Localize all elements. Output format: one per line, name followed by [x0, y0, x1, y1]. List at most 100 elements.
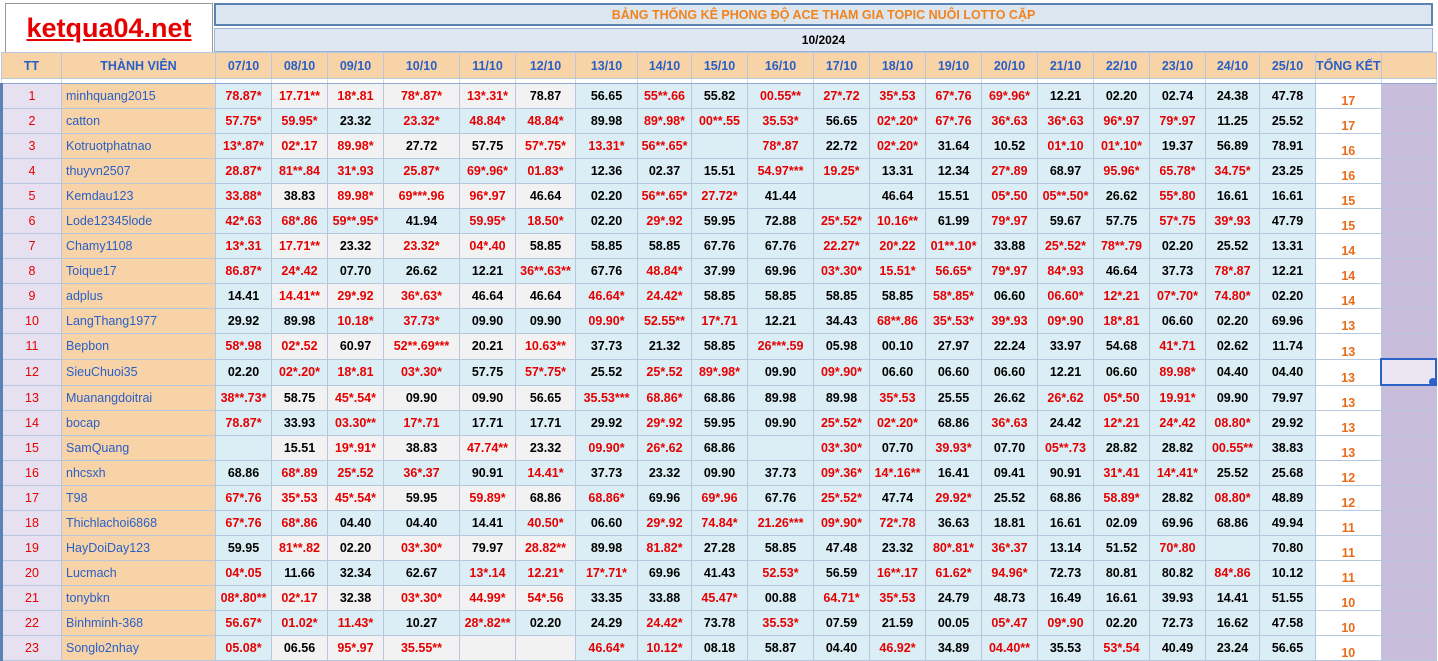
- score-cell[interactable]: 16.61: [1259, 183, 1316, 209]
- score-cell[interactable]: 23.32: [515, 435, 576, 461]
- extra-cell[interactable]: [1380, 560, 1437, 586]
- score-cell[interactable]: 17*.71*: [575, 560, 638, 586]
- score-cell[interactable]: 03.30**: [327, 410, 384, 436]
- score-cell[interactable]: 28.82**: [515, 535, 576, 561]
- extra-cell[interactable]: [1380, 283, 1437, 309]
- member-name[interactable]: SamQuang: [61, 435, 216, 461]
- score-cell[interactable]: 78.87*: [215, 83, 272, 109]
- score-cell[interactable]: 13*.87*: [215, 133, 272, 159]
- total-cell[interactable]: 17: [1315, 83, 1382, 109]
- score-cell[interactable]: 48.84*: [459, 108, 516, 134]
- member-name[interactable]: Kemdau123: [61, 183, 216, 209]
- score-cell[interactable]: 96*.97: [459, 183, 516, 209]
- score-cell[interactable]: 24.42*: [637, 283, 692, 309]
- score-cell[interactable]: 17.71: [459, 410, 516, 436]
- score-cell[interactable]: 26*.62: [637, 435, 692, 461]
- score-cell[interactable]: 21.32: [637, 333, 692, 360]
- score-cell[interactable]: 02.20: [1149, 233, 1206, 259]
- score-cell[interactable]: 48.84*: [637, 258, 692, 284]
- member-name[interactable]: Kotruotphatnao: [61, 133, 216, 159]
- score-cell[interactable]: 05.98: [813, 333, 870, 360]
- score-cell[interactable]: 01*.10: [1037, 133, 1094, 159]
- score-cell[interactable]: 02.20: [575, 208, 638, 234]
- score-cell[interactable]: 34.75*: [1205, 158, 1260, 184]
- score-cell[interactable]: 38.83: [383, 435, 460, 461]
- extra-cell[interactable]: [1380, 485, 1437, 511]
- score-cell[interactable]: 09*.90: [1037, 308, 1094, 334]
- score-cell[interactable]: 84*.86: [1205, 560, 1260, 586]
- extra-cell[interactable]: [1380, 108, 1437, 134]
- score-cell[interactable]: 73.78: [691, 610, 748, 636]
- score-cell[interactable]: 46.64: [515, 183, 576, 209]
- score-cell[interactable]: 07.70: [327, 258, 384, 284]
- score-cell[interactable]: 36*.63: [981, 108, 1038, 134]
- score-cell[interactable]: 04.40: [383, 510, 460, 536]
- score-cell[interactable]: 37.73*: [383, 308, 460, 334]
- score-cell[interactable]: 14*.41*: [1149, 460, 1206, 486]
- score-cell[interactable]: 38.83: [271, 183, 328, 209]
- score-cell[interactable]: 01**.10*: [925, 233, 982, 259]
- score-cell[interactable]: 45*.54*: [327, 485, 384, 511]
- score-cell[interactable]: 58.85: [515, 233, 576, 259]
- score-cell[interactable]: 26.62: [1093, 183, 1150, 209]
- score-cell[interactable]: 25.52: [1259, 108, 1316, 134]
- score-cell[interactable]: 64.71*: [813, 585, 870, 611]
- score-cell[interactable]: 28.82: [1149, 485, 1206, 511]
- score-cell[interactable]: 04.40: [327, 510, 384, 536]
- row-number[interactable]: 13: [0, 384, 62, 411]
- score-cell[interactable]: 12.36: [575, 158, 638, 184]
- score-cell[interactable]: 39.93: [1149, 585, 1206, 611]
- score-cell[interactable]: 09*.36*: [813, 460, 870, 486]
- total-cell[interactable]: 15: [1315, 208, 1382, 234]
- score-cell[interactable]: 56.67*: [215, 610, 272, 636]
- score-cell[interactable]: 41.94: [383, 208, 460, 234]
- score-cell[interactable]: 81**.84: [271, 158, 328, 184]
- score-cell[interactable]: 56.65: [813, 108, 870, 134]
- score-cell[interactable]: 22.27*: [813, 233, 870, 259]
- score-cell[interactable]: 13*.31*: [459, 83, 516, 109]
- score-cell[interactable]: 27.97: [925, 333, 982, 360]
- score-cell[interactable]: 33.88*: [215, 183, 272, 209]
- score-cell[interactable]: 38**.73*: [215, 384, 272, 411]
- score-cell[interactable]: 10.27: [383, 610, 460, 636]
- row-number[interactable]: 12: [0, 358, 62, 386]
- score-cell[interactable]: 00.88: [747, 585, 814, 611]
- score-cell[interactable]: 48.84*: [515, 108, 576, 134]
- score-cell[interactable]: 06.60: [575, 510, 638, 536]
- score-cell[interactable]: 78.91: [1259, 133, 1316, 159]
- score-cell[interactable]: 02.37: [637, 158, 692, 184]
- score-cell[interactable]: 89.98*: [327, 133, 384, 159]
- site-logo[interactable]: ketqua04.net: [5, 3, 213, 53]
- score-cell[interactable]: 69.96: [637, 560, 692, 586]
- score-cell[interactable]: 12.21*: [515, 560, 576, 586]
- total-cell[interactable]: 11: [1315, 535, 1382, 561]
- score-cell[interactable]: 58.75: [271, 384, 328, 411]
- score-cell[interactable]: [1205, 535, 1260, 561]
- score-cell[interactable]: 09.90: [747, 410, 814, 436]
- score-cell[interactable]: 02*.17: [271, 133, 328, 159]
- score-cell[interactable]: 35*.53: [869, 83, 926, 109]
- score-cell[interactable]: 95*.97: [327, 635, 384, 661]
- score-cell[interactable]: 32.34: [327, 560, 384, 586]
- score-cell[interactable]: 68.86: [925, 410, 982, 436]
- score-cell[interactable]: 14.41*: [515, 460, 576, 486]
- score-cell[interactable]: 74.84*: [691, 510, 748, 536]
- score-cell[interactable]: 67.76: [691, 233, 748, 259]
- score-cell[interactable]: 60.97: [327, 333, 384, 360]
- member-name[interactable]: LangThang1977: [61, 308, 216, 334]
- score-cell[interactable]: 24.38: [1205, 83, 1260, 109]
- score-cell[interactable]: 25.87*: [383, 158, 460, 184]
- score-cell[interactable]: 16.41: [925, 460, 982, 486]
- extra-cell[interactable]: [1380, 208, 1437, 234]
- score-cell[interactable]: 56.65: [575, 83, 638, 109]
- row-number[interactable]: 3: [0, 133, 62, 159]
- score-cell[interactable]: 14*.16**: [869, 460, 926, 486]
- score-cell[interactable]: 09.90: [459, 384, 516, 411]
- score-cell[interactable]: 80.81: [1093, 560, 1150, 586]
- score-cell[interactable]: 89*.98*: [691, 358, 748, 386]
- score-cell[interactable]: 09.90: [747, 358, 814, 386]
- score-cell[interactable]: 25.55: [925, 384, 982, 411]
- score-cell[interactable]: 67.76: [747, 233, 814, 259]
- score-cell[interactable]: 02.74: [1149, 83, 1206, 109]
- score-cell[interactable]: 25*.52*: [813, 485, 870, 511]
